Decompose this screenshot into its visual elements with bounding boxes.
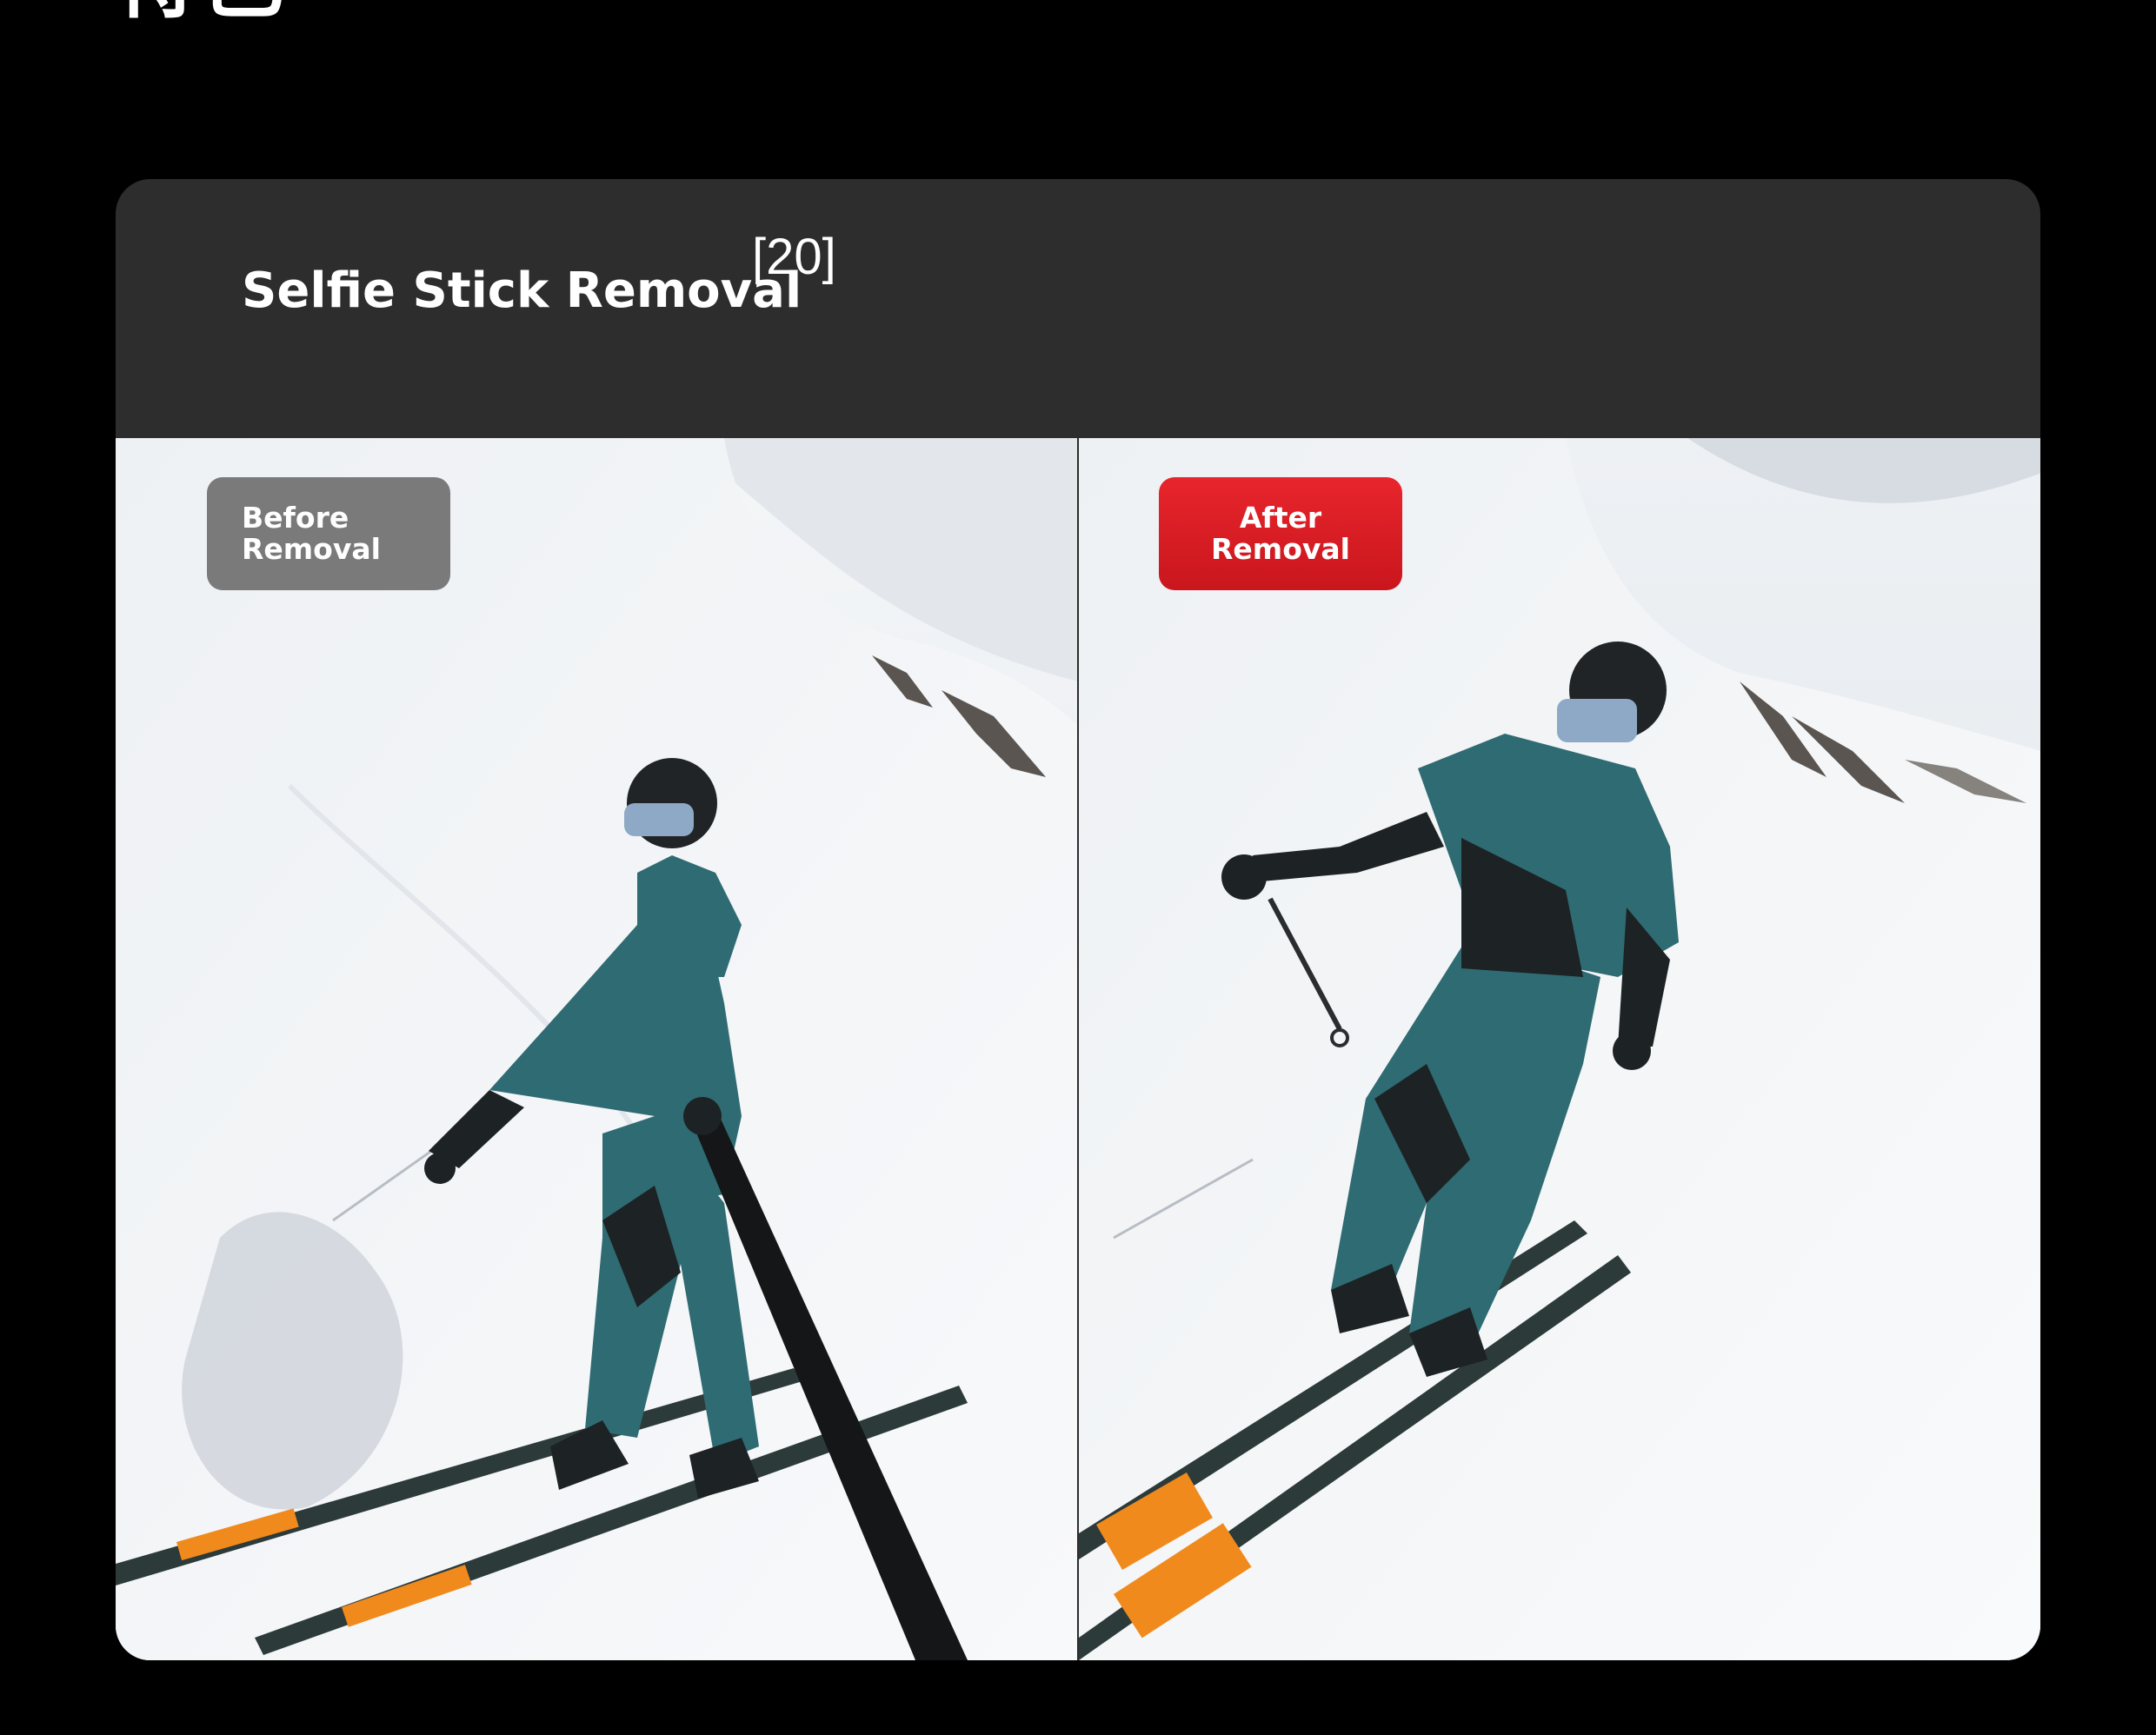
- after-panel: After Removal: [1079, 438, 2040, 1660]
- after-removal-badge: After Removal: [1159, 477, 1402, 590]
- before-removal-badge: Before Removal: [207, 477, 450, 590]
- after-ski-photo: [1079, 438, 2040, 1660]
- after-badge-line2: Removal: [1211, 532, 1350, 566]
- card-title: Selfie Stick Removal: [242, 263, 802, 319]
- before-badge-line1: Before: [242, 501, 349, 535]
- comparison-panels: Before Removal After Removal: [116, 438, 2040, 1660]
- page-heading-fragment: 特色: [113, 0, 287, 23]
- after-badge-line1: After: [1239, 501, 1322, 535]
- before-panel: Before Removal: [116, 438, 1079, 1660]
- feature-card: Selfie Stick Removal [20] Before Removal…: [116, 179, 2040, 1660]
- before-ski-photo: [116, 438, 1077, 1660]
- card-header: Selfie Stick Removal [20]: [116, 179, 2040, 438]
- before-badge-line2: Removal: [242, 532, 381, 566]
- citation-reference: [20]: [752, 229, 836, 285]
